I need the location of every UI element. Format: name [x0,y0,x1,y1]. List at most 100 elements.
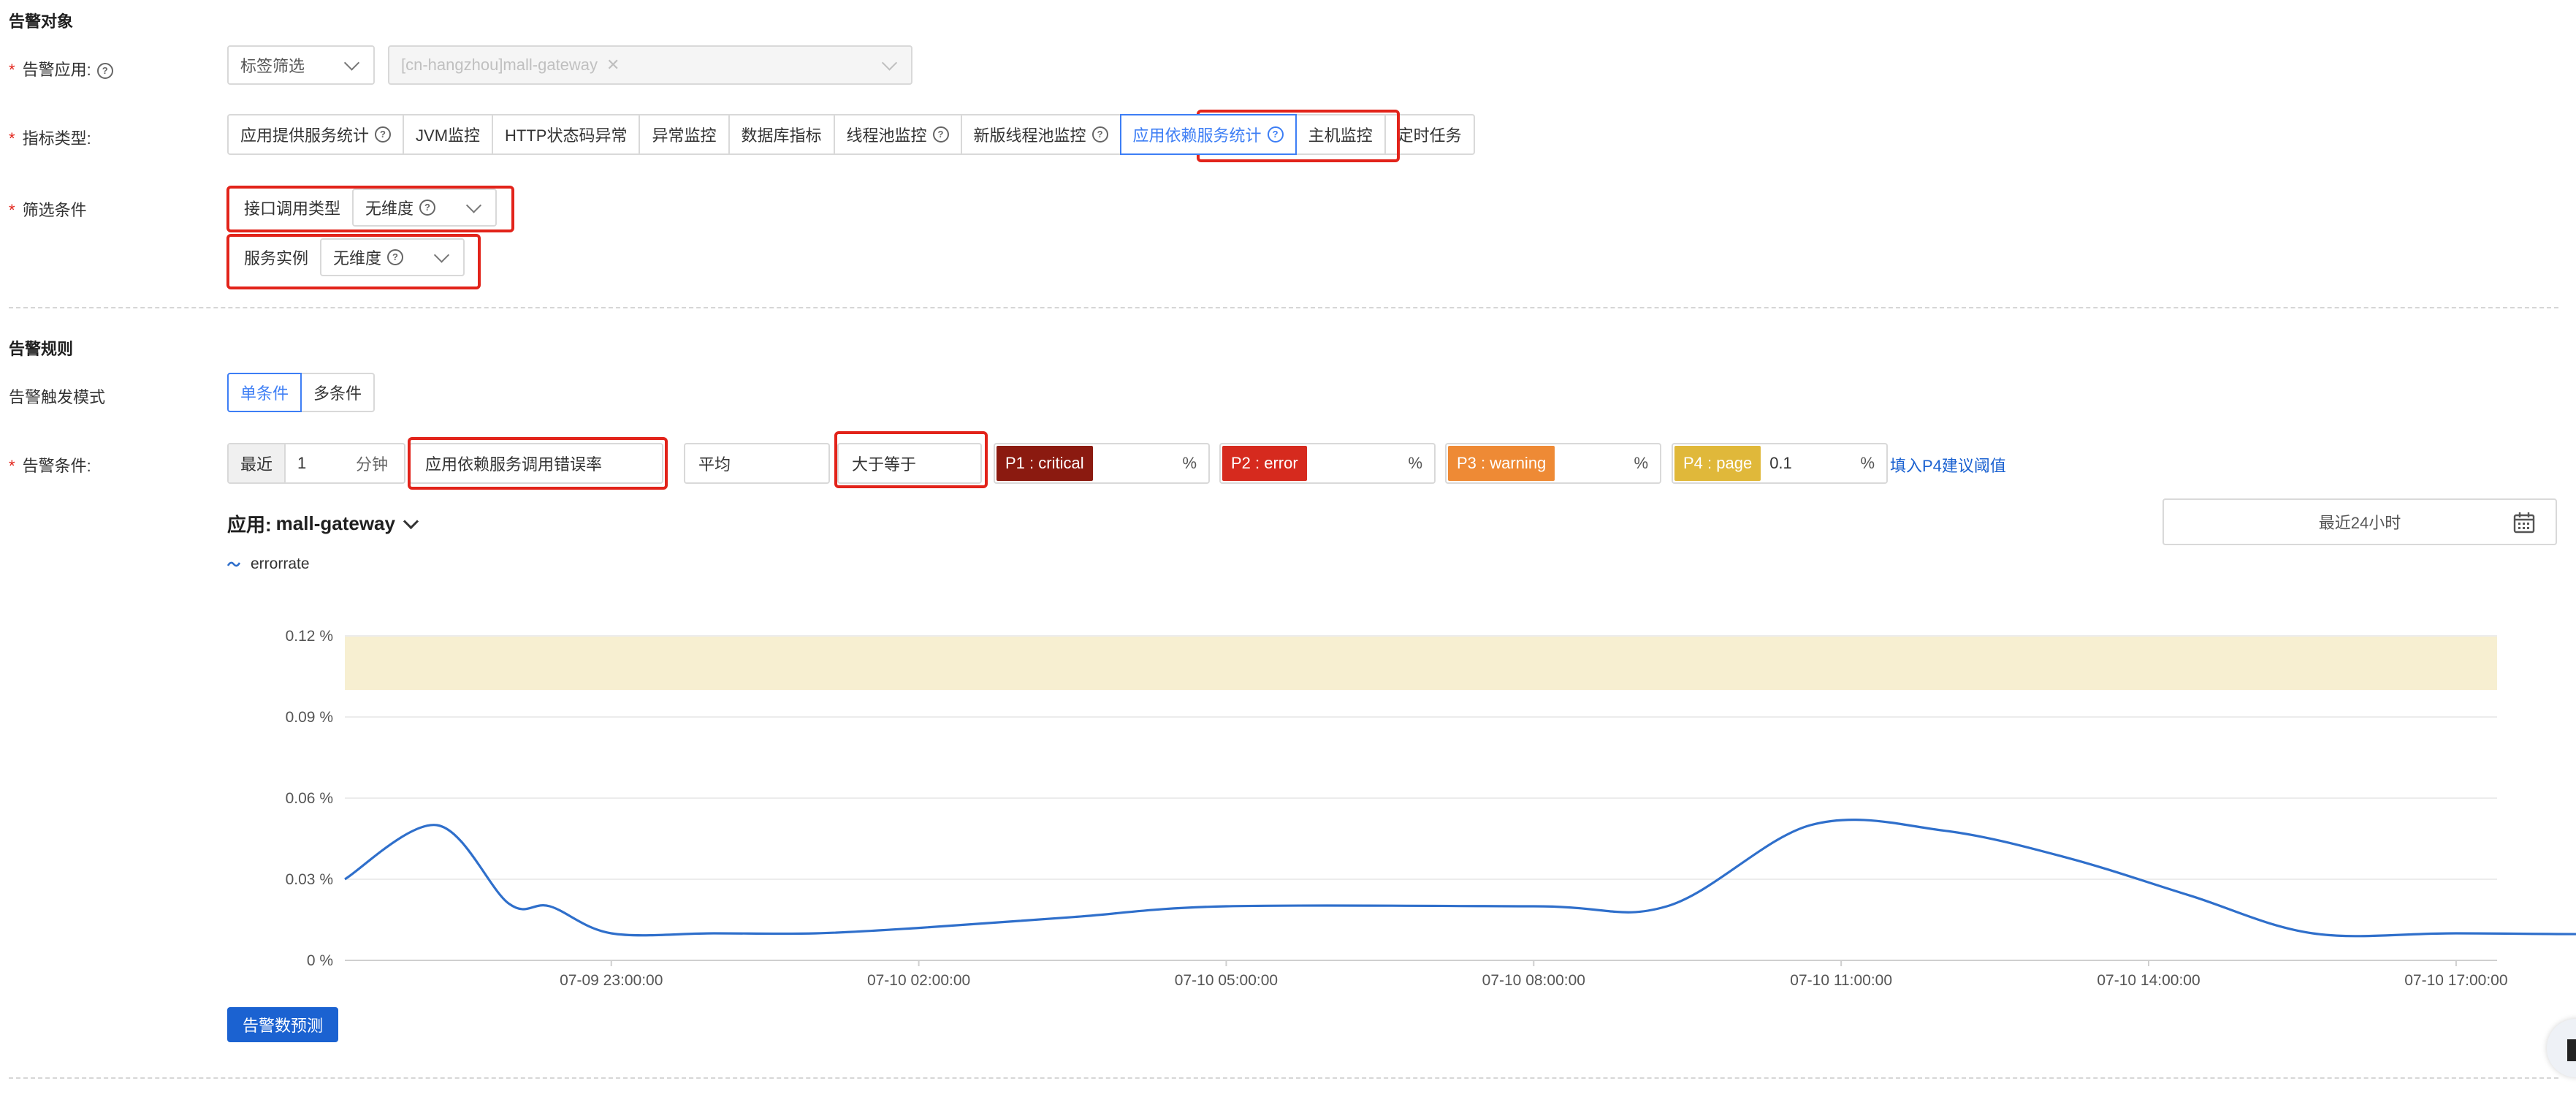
y-tick-label: 0.06 % [286,790,333,807]
chart-legend[interactable]: errorrate [227,555,310,573]
percent-unit: % [1408,454,1422,472]
tab-database[interactable]: 数据库指标 [728,114,835,155]
help-icon[interactable]: ? [1267,126,1284,143]
y-tick-label: 0 % [307,952,333,969]
close-icon[interactable]: ✕ [606,56,620,75]
required-mark: * [9,61,15,79]
required-mark: * [9,129,15,148]
section-divider [9,307,2558,308]
trigger-mode-switch: 单条件 多条件 [227,373,376,412]
x-tick-label: 07-10 17:00:00 [2404,972,2507,989]
threshold-input-p4[interactable]: 0.1 [1769,454,1792,473]
help-icon[interactable]: ? [1091,126,1108,143]
metric-type-label: * 指标类型: [9,126,91,149]
wave-icon [227,561,240,567]
time-range-picker[interactable]: 最近24小时 [2162,498,2557,545]
help-icon[interactable]: ? [96,63,113,80]
percent-unit: % [1860,454,1875,472]
mode-single-button[interactable]: 单条件 [227,373,302,412]
section-title-target: 告警对象 [9,12,74,31]
tab-thread-pool[interactable]: 线程池监控? [833,114,962,155]
operator-select[interactable]: 大于等于 [837,443,982,484]
metric-type-tabs: 应用提供服务统计? JVM监控 HTTP状态码异常 异常监控 数据库指标 线程池… [227,114,1475,155]
y-tick-label: 0.12 % [286,628,333,645]
chart-app-selector[interactable]: 应用: mall-gateway [227,510,419,537]
threshold-p1: P1 : critical % [994,443,1210,484]
threshold-p2: P2 : error % [1219,443,1436,484]
tab-label: 新版线程池监控 [973,126,1086,145]
tab-label: 数据库指标 [741,126,822,145]
help-icon[interactable]: ? [375,126,392,143]
app-name: mall-gateway [275,512,395,534]
app-field-label: * 告警应用:? [9,57,113,80]
tab-exception[interactable]: 异常监控 [639,114,730,155]
metric-select[interactable]: 应用依赖服务调用错误率 [409,443,663,484]
tab-label: 异常监控 [652,126,717,145]
window-input[interactable]: 1 [286,454,356,473]
tab-new-thread-pool[interactable]: 新版线程池监控? [960,114,1121,155]
threshold-p3: P3 : warning % [1445,443,1661,484]
tab-label: 应用依赖服务统计 [1132,126,1262,145]
filter-value: 无维度 [333,249,382,267]
tab-label: 应用提供服务统计 [240,126,370,145]
threshold-band [345,636,2497,690]
filter-service-instance: 服务实例 无维度? [232,238,465,276]
time-range-value: 最近24小时 [2318,514,2401,532]
filter-value: 无维度 [365,200,414,218]
tab-app-service-stats[interactable]: 应用提供服务统计? [227,114,405,155]
series-line-errorrate [344,819,2576,938]
percent-unit: % [1182,454,1197,472]
chevron-down-icon [433,247,450,263]
recent-addon: 最近 [229,444,286,482]
filter-call-type-select[interactable]: 无维度? [352,189,498,227]
tab-scheduled-task[interactable]: 定时任务 [1384,114,1475,155]
section-divider [9,1077,2558,1079]
assistant-float-button[interactable] [2547,1019,2576,1077]
window-input-group: 最近 1 分钟 [227,443,405,484]
percent-unit: % [1634,454,1648,472]
tab-label: 定时任务 [1397,126,1462,145]
level-badge-p4: P4 : page [1674,446,1761,481]
condition-label-text: 告警条件: [22,457,91,475]
chevron-down-icon [465,197,482,213]
tab-jvm[interactable]: JVM监控 [403,114,494,155]
threshold-p4: P4 : page 0.1 % [1672,443,1888,484]
app-prefix: 应用: [227,514,272,536]
chevron-down-icon [881,55,898,71]
mode-multi-button[interactable]: 多条件 [300,373,376,412]
y-tick-label: 0.09 % [286,709,333,726]
calendar-icon [2513,512,2535,534]
aggregate-select[interactable]: 平均 [684,443,830,484]
level-badge-p2: P2 : error [1222,446,1307,481]
help-icon[interactable]: ? [387,249,404,265]
tag-filter-select[interactable]: 标签筛选 [227,45,375,85]
filter-label: * 筛选条件 [9,197,87,221]
tab-http-status[interactable]: HTTP状态码异常 [492,114,641,155]
assistant-icon [2567,1039,2576,1061]
filter-call-type-label: 接口调用类型 [244,200,341,218]
app-label-text: 告警应用: [22,61,91,79]
app-select[interactable]: [cn-hangzhou]mall-gateway ✕ [388,45,912,85]
filter-call-type: 接口调用类型 无维度? [232,189,498,227]
filter-instance-select[interactable]: 无维度? [320,238,465,276]
x-tick-label: 07-10 05:00:00 [1175,972,1278,989]
fill-p4-suggestion-link[interactable]: 填入P4建议阈值 [1890,453,2006,477]
level-badge-p1: P1 : critical [997,446,1093,481]
window-unit: 分钟 [356,455,389,474]
required-mark: * [9,457,15,475]
alert-forecast-button[interactable]: 告警数预测 [227,1007,338,1042]
tab-label: HTTP状态码异常 [505,126,628,145]
help-icon[interactable]: ? [419,200,436,216]
legend-series-name: errorrate [251,555,310,572]
x-tick-label: 07-10 08:00:00 [1482,972,1585,989]
metric-type-label-text: 指标类型: [22,129,91,148]
chevron-down-icon [343,55,360,71]
tab-host[interactable]: 主机监控 [1295,114,1386,155]
tab-label: 线程池监控 [846,126,927,145]
tab-dependency-service-stats[interactable]: 应用依赖服务统计? [1119,114,1297,155]
help-icon[interactable]: ? [932,126,949,143]
x-tick-label: 07-10 11:00:00 [1790,972,1892,989]
x-tick-label: 07-10 14:00:00 [2097,972,2200,989]
filter-instance-label: 服务实例 [244,249,309,267]
filter-label-text: 筛选条件 [22,201,87,219]
